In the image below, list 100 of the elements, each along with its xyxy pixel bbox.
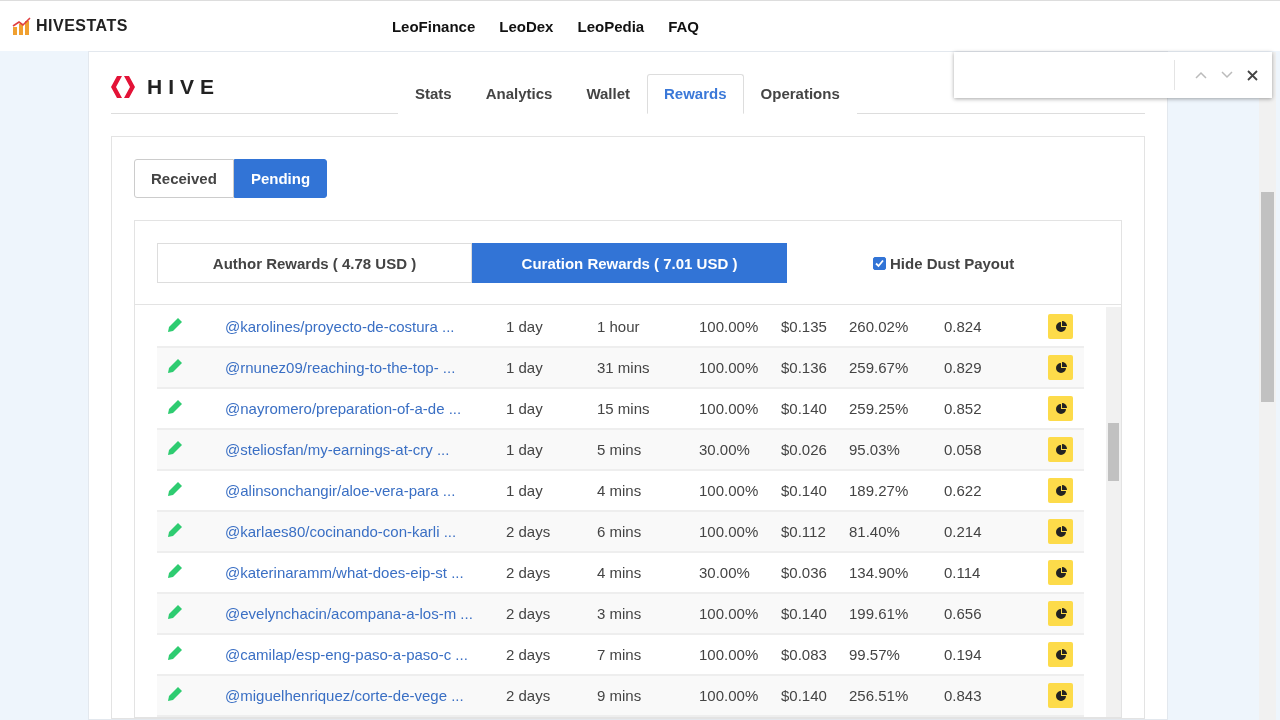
pencil-icon[interactable] [167,604,183,620]
table-cell-text: $0.140 [781,482,828,499]
table-cell-text: 199.61% [849,605,910,622]
table-cell-text: 9 mins [597,687,643,704]
table-cell-text: 1 day [506,318,544,335]
table-cell-text: 7 mins [597,646,643,663]
close-icon[interactable] [1247,69,1258,81]
chart-button[interactable] [1048,437,1073,462]
table-cell-text: 256.51% [849,687,910,704]
reward-tab[interactable]: Author Rewards ( 4.78 USD ) [157,243,472,283]
checkbox-label[interactable]: Hide Dust Payout [890,254,1015,272]
reward-tab[interactable]: Curation Rewards ( 7.01 USD ) [472,243,787,283]
chart-button[interactable] [1048,355,1073,380]
chart-button[interactable] [1048,560,1073,585]
nav-link[interactable]: LeoFinance [391,17,476,35]
previous-match-icon[interactable] [1195,71,1207,79]
chart-button[interactable] [1048,642,1073,667]
table-cell-text: 0.656 [944,605,983,622]
table-cell-text: 100.00% [699,605,760,622]
table-cell-text: 1 day [506,359,544,376]
table-cell-text: $0.136 [781,359,828,376]
chart-button[interactable] [1048,601,1073,626]
pencil-icon[interactable] [167,686,183,702]
table-cell-text: 100.00% [699,318,760,335]
table-cell-text: 0.829 [944,359,983,376]
chart-button[interactable] [1048,396,1073,421]
table-cell-text: 3 mins [597,605,643,622]
post-link[interactable]: @karlaes80/cocinando-con-karli ... [225,523,506,540]
table-cell-text: $0.140 [781,687,828,704]
period-button[interactable]: Received [134,159,234,198]
checkbox[interactable] [873,256,886,270]
pie-chart-icon [1054,361,1067,374]
table-cell-text: $0.112 [781,523,827,540]
page-scrollbar[interactable] [1259,52,1276,720]
post-link[interactable]: @miguelhenriquez/corte-de-vege ... [225,687,506,704]
pencil-icon[interactable] [167,440,183,456]
pencil-icon[interactable] [167,358,183,374]
post-link[interactable]: @steliosfan/my-earnings-at-cry ... [225,441,506,458]
post-link[interactable]: @rnunez09/reaching-to-the-top- ... [225,359,506,376]
post-link[interactable]: @karolines/proyecto-de-costura ... [225,318,506,335]
table-cell-text: 1 day [506,441,544,458]
hive-logo-icon [111,76,137,98]
table-cell-text: 4 mins [597,564,643,581]
chart-button[interactable] [1048,478,1073,503]
pie-chart-icon [1054,484,1067,497]
table-cell-text: $0.036 [781,564,828,581]
table-cell-text: 2 days [506,564,552,581]
post-link[interactable]: @katerinaramm/what-does-eip-st ... [225,564,506,581]
table-cell-text: 2 days [506,687,552,704]
table-cell-text: 15 mins [597,400,651,417]
period-button[interactable]: Pending [233,159,328,198]
nav-link[interactable]: LeoPedia [577,17,645,35]
chart-logo-icon [12,17,32,35]
table-cell-text: 260.02% [849,318,910,335]
table-cell-text: 100.00% [699,400,760,417]
table-cell-text: 100.00% [699,687,760,704]
scrollbar[interactable] [1106,307,1121,717]
table-cell-text: $0.140 [781,605,828,622]
table-cell-text: 259.25% [849,400,910,417]
pencil-icon[interactable] [167,481,183,497]
nav-link[interactable]: FAQ [668,17,699,35]
table-cell-text: 2 days [506,523,552,540]
table-cell-text: 0.114 [944,564,982,581]
post-link[interactable]: @camilap/esp-eng-paso-a-paso-c ... [225,646,506,663]
chart-button[interactable] [1048,314,1073,339]
table-cell-text: 189.27% [849,482,910,499]
table-cell-text: $0.140 [781,400,828,417]
pie-chart-icon [1054,443,1067,456]
nav-tab[interactable]: Rewards [647,74,744,114]
post-link[interactable]: @evelynchacin/acompana-a-los-m ... [225,605,506,622]
table-cell-text: 30.00% [699,564,751,581]
pencil-icon[interactable] [167,399,183,415]
pencil-icon[interactable] [167,645,183,661]
table-cell-text: 259.67% [849,359,910,376]
pie-chart-icon [1054,566,1067,579]
table-cell-text: $0.135 [781,318,828,335]
table-cell-text: 1 hour [597,318,641,335]
post-link[interactable]: @nayromero/preparation-of-a-de ... [225,400,506,417]
chart-button[interactable] [1048,519,1073,544]
pencil-icon[interactable] [167,317,183,333]
brand-name[interactable]: HIVESTATS [36,17,128,35]
table-cell-text: 99.57% [849,646,901,663]
chart-button[interactable] [1048,683,1073,708]
table-cell-text: 0.214 [944,523,983,540]
pie-chart-icon [1054,320,1067,333]
table-cell-text: 31 mins [597,359,651,376]
table-cell-text: 2 days [506,605,552,622]
pencil-icon[interactable] [167,522,183,538]
pie-chart-icon [1054,525,1067,538]
table-cell-text: 0.622 [944,482,983,499]
table-cell-text: 0.843 [944,687,983,704]
nav-link[interactable]: LeoDex [499,17,554,35]
table-cell-text: 0.058 [944,441,983,458]
table-cell-text: 100.00% [699,482,760,499]
next-match-icon[interactable] [1221,71,1233,79]
table-cell-text: 6 mins [597,523,643,540]
pencil-icon[interactable] [167,563,183,579]
table-cell-text: 100.00% [699,523,760,540]
checkmark-icon [875,258,884,268]
post-link[interactable]: @alinsonchangir/aloe-vera-para ... [225,482,506,499]
